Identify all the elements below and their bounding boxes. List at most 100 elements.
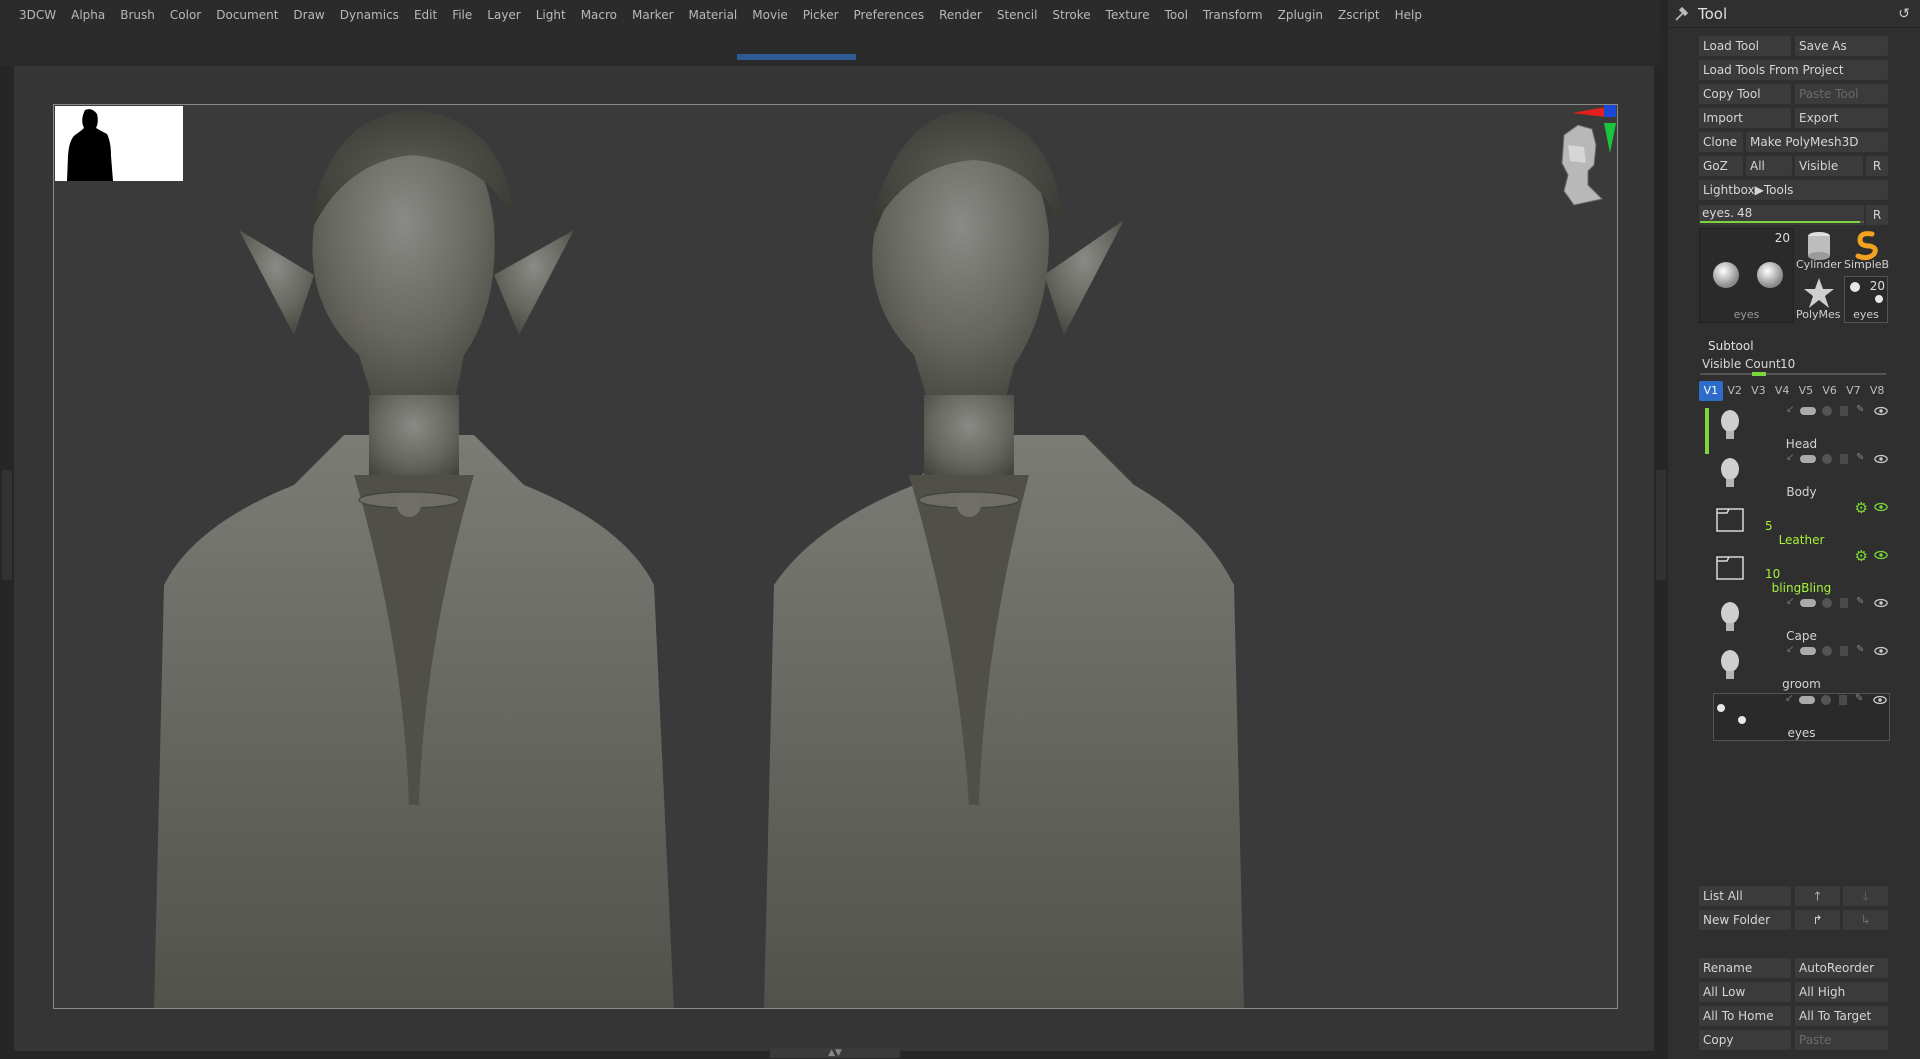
menu-color[interactable]: Color bbox=[170, 8, 201, 22]
right-tray-toggle[interactable] bbox=[1656, 470, 1666, 580]
export-button[interactable]: Export bbox=[1795, 108, 1888, 128]
version-tab-v5[interactable]: V5 bbox=[1794, 381, 1818, 401]
arrow-icon[interactable]: ↙ bbox=[1786, 404, 1794, 415]
folder-gear-icon[interactable]: ⚙ bbox=[1855, 499, 1868, 517]
arrow-icon[interactable]: ↙ bbox=[1786, 644, 1794, 655]
version-tab-v8[interactable]: V8 bbox=[1865, 381, 1889, 401]
menu-zplugin[interactable]: Zplugin bbox=[1278, 8, 1323, 22]
subtool-item[interactable]: groom ↙ ✎ bbox=[1713, 644, 1890, 693]
goz-all-button[interactable]: All bbox=[1746, 156, 1792, 176]
polypaint-icon[interactable]: ✎ bbox=[1856, 596, 1864, 607]
navigation-gizmo[interactable] bbox=[1554, 105, 1616, 255]
version-tab-v4[interactable]: V4 bbox=[1770, 381, 1794, 401]
paste-subtool-button[interactable]: Paste bbox=[1795, 1030, 1888, 1050]
menu-stencil[interactable]: Stencil bbox=[997, 8, 1038, 22]
all-to-home-button[interactable]: All To Home bbox=[1699, 1006, 1791, 1026]
menu-marker[interactable]: Marker bbox=[632, 8, 673, 22]
menu-tool[interactable]: Tool bbox=[1165, 8, 1188, 22]
dynamics-icon[interactable] bbox=[1822, 406, 1832, 416]
toggle-icon[interactable] bbox=[1799, 696, 1815, 704]
new-folder-button[interactable]: New Folder bbox=[1699, 910, 1791, 930]
menu-draw[interactable]: Draw bbox=[293, 8, 324, 22]
load-tools-from-project-button[interactable]: Load Tools From Project bbox=[1699, 60, 1888, 80]
polypaint-icon[interactable]: ✎ bbox=[1856, 404, 1864, 415]
visibility-eye-icon[interactable] bbox=[1874, 549, 1888, 563]
menu-layer[interactable]: Layer bbox=[487, 8, 520, 22]
menu-preferences[interactable]: Preferences bbox=[854, 8, 925, 22]
toggle-icon[interactable] bbox=[1800, 599, 1816, 607]
visibility-eye-icon[interactable] bbox=[1874, 405, 1888, 419]
version-tab-v2[interactable]: V2 bbox=[1723, 381, 1747, 401]
menu-movie[interactable]: Movie bbox=[752, 8, 788, 22]
toggle-icon[interactable] bbox=[1800, 647, 1816, 655]
copy-subtool-button[interactable]: Copy bbox=[1699, 1030, 1791, 1050]
menu-edit[interactable]: Edit bbox=[414, 8, 437, 22]
subtool-item[interactable]: Cape ↙ ✎ bbox=[1713, 596, 1890, 645]
copy-tool-button[interactable]: Copy Tool bbox=[1699, 84, 1791, 104]
rename-button[interactable]: Rename bbox=[1699, 958, 1791, 978]
all-to-target-button[interactable]: All To Target bbox=[1795, 1006, 1888, 1026]
menu-3dcw[interactable]: 3DCW bbox=[19, 8, 56, 22]
lightbox-tools-button[interactable]: Lightbox▶Tools bbox=[1699, 180, 1888, 200]
menu-dynamics[interactable]: Dynamics bbox=[340, 8, 399, 22]
lock-icon[interactable] bbox=[1840, 646, 1848, 656]
bottom-shelf-toggle[interactable]: ▲▼ bbox=[770, 1048, 900, 1058]
version-tab-v7[interactable]: V7 bbox=[1842, 381, 1866, 401]
version-tab-v1[interactable]: V1 bbox=[1699, 381, 1723, 401]
folder-gear-icon[interactable]: ⚙ bbox=[1855, 547, 1868, 565]
menu-help[interactable]: Help bbox=[1395, 8, 1422, 22]
polypaint-icon[interactable]: ✎ bbox=[1855, 693, 1863, 704]
make-polymesh3d-button[interactable]: Make PolyMesh3D bbox=[1746, 132, 1888, 152]
menu-transform[interactable]: Transform bbox=[1203, 8, 1263, 22]
visibility-eye-icon[interactable] bbox=[1873, 694, 1887, 708]
current-tool-r-button[interactable]: R bbox=[1866, 205, 1888, 225]
arrow-icon[interactable]: ↙ bbox=[1786, 596, 1794, 607]
polypaint-icon[interactable]: ✎ bbox=[1856, 644, 1864, 655]
move-down-button[interactable]: 🡓 bbox=[1843, 886, 1888, 906]
move-up-button[interactable]: 🡑 bbox=[1795, 886, 1840, 906]
import-button[interactable]: Import bbox=[1699, 108, 1791, 128]
visibility-eye-icon[interactable] bbox=[1874, 645, 1888, 659]
left-tray-toggle[interactable] bbox=[2, 470, 12, 580]
toggle-icon[interactable] bbox=[1800, 455, 1816, 463]
thumb-eyes-main[interactable]: 20 eyes bbox=[1699, 228, 1794, 323]
menu-alpha[interactable]: Alpha bbox=[71, 8, 105, 22]
subtool-item[interactable]: 10 blingBling ⚙ bbox=[1713, 547, 1890, 597]
polypaint-icon[interactable]: ✎ bbox=[1856, 452, 1864, 463]
dynamics-icon[interactable] bbox=[1822, 454, 1832, 464]
visibility-eye-icon[interactable] bbox=[1874, 501, 1888, 515]
autoreorder-button[interactable]: AutoReorder bbox=[1795, 958, 1888, 978]
subtool-item[interactable]: 5 Leather ⚙ bbox=[1713, 499, 1890, 549]
menu-zscript[interactable]: Zscript bbox=[1338, 8, 1380, 22]
arrow-icon[interactable]: ↙ bbox=[1786, 452, 1794, 463]
version-tab-v6[interactable]: V6 bbox=[1818, 381, 1842, 401]
thumb-cylinder[interactable]: Cylinder bbox=[1796, 228, 1842, 274]
subtool-item[interactable]: Body ↙ ✎ bbox=[1713, 452, 1890, 501]
thumb-simpleb[interactable]: SimpleB bbox=[1844, 228, 1889, 274]
lock-icon[interactable] bbox=[1840, 406, 1848, 416]
menu-brush[interactable]: Brush bbox=[120, 8, 155, 22]
all-high-button[interactable]: All High bbox=[1795, 982, 1888, 1002]
menu-picker[interactable]: Picker bbox=[803, 8, 839, 22]
visibility-eye-icon[interactable] bbox=[1874, 453, 1888, 467]
thumb-polymesh[interactable]: PolyMes bbox=[1796, 276, 1842, 323]
visible-count-slider[interactable] bbox=[1700, 373, 1886, 375]
dynamics-icon[interactable] bbox=[1822, 646, 1832, 656]
list-all-button[interactable]: List All bbox=[1699, 886, 1791, 906]
all-low-button[interactable]: All Low bbox=[1699, 982, 1791, 1002]
menu-file[interactable]: File bbox=[452, 8, 472, 22]
subtool-item[interactable]: Head ↙ ✎ bbox=[1713, 404, 1890, 453]
sculpt-render[interactable] bbox=[54, 105, 1618, 1009]
dynamics-icon[interactable] bbox=[1822, 598, 1832, 608]
palette-reset-icon[interactable]: ↺ bbox=[1898, 6, 1910, 22]
menu-material[interactable]: Material bbox=[689, 8, 738, 22]
subtool-item[interactable]: eyes ↙ ✎ bbox=[1713, 693, 1890, 741]
dynamics-icon[interactable] bbox=[1821, 695, 1831, 705]
version-tab-v3[interactable]: V3 bbox=[1747, 381, 1771, 401]
menu-macro[interactable]: Macro bbox=[581, 8, 617, 22]
save-as-button[interactable]: Save As bbox=[1795, 36, 1888, 56]
goz-r-button[interactable]: R bbox=[1866, 156, 1888, 176]
move-into-folder-button[interactable]: ↱ bbox=[1795, 910, 1840, 930]
toggle-icon[interactable] bbox=[1800, 407, 1816, 415]
subtool-header[interactable]: Subtool bbox=[1692, 336, 1892, 356]
